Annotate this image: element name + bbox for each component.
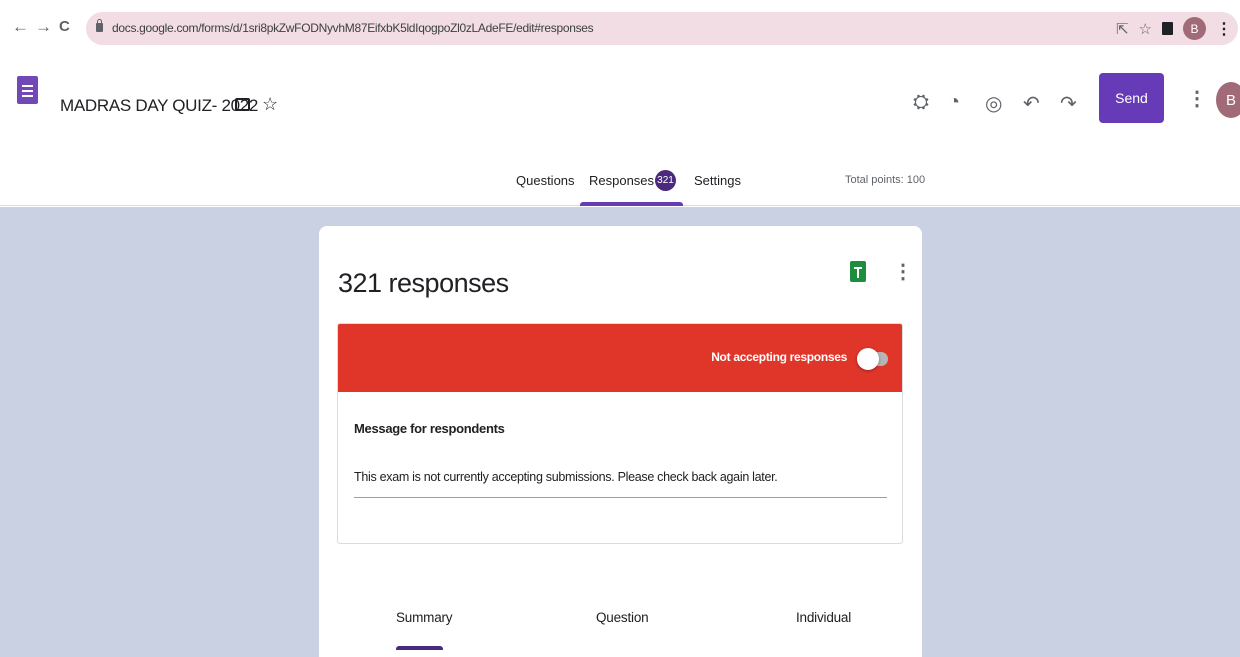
url-text[interactable]: docs.google.com/forms/d/1sri8pkZwFODNyvh… (112, 21, 594, 35)
browser-menu-icon[interactable]: ⋮ (1216, 19, 1232, 39)
tab-question[interactable]: Question (596, 610, 649, 625)
addon-icon[interactable]: ⛭ (913, 91, 929, 114)
lock-icon (96, 19, 103, 32)
bookmark-star-icon[interactable]: ☆ (1139, 20, 1152, 38)
forms-header: MADRAS DAY QUIZ- 2022 ☆ ⛭ ◔ ◎ ↶ ↷ Send ⋮… (0, 56, 1240, 206)
redo-icon[interactable]: ↷ (1060, 91, 1077, 116)
google-forms-logo-icon[interactable] (17, 76, 38, 104)
share-icon[interactable]: ⇱ (1116, 20, 1129, 38)
total-points: Total points: 100 (845, 174, 926, 186)
responses-count-title: 321 responses (338, 268, 509, 298)
form-title[interactable]: MADRAS DAY QUIZ- 2022 (60, 96, 258, 116)
active-subtab-indicator (396, 646, 443, 650)
forward-arrow-icon[interactable]: → (35, 17, 52, 37)
browser-toolbar: ← → C docs.google.com/forms/d/1sri8pkZwF… (0, 0, 1240, 56)
side-panel-icon[interactable] (1162, 22, 1173, 35)
message-input-underline (354, 497, 887, 498)
browser-profile-avatar[interactable]: B (1183, 17, 1206, 40)
accepting-responses-panel: Not accepting responses Message for resp… (337, 323, 903, 544)
tab-questions[interactable]: Questions (516, 173, 575, 188)
send-button[interactable]: Send (1099, 73, 1164, 123)
reload-icon[interactable]: C (59, 18, 70, 35)
message-input[interactable]: This exam is not currently accepting sub… (354, 470, 778, 484)
back-arrow-icon[interactable]: ← (12, 17, 29, 37)
tab-summary[interactable]: Summary (396, 610, 453, 625)
sheets-icon[interactable] (850, 261, 866, 282)
tab-responses[interactable]: Responses (589, 173, 654, 188)
responses-count-badge: 321 (655, 170, 676, 191)
address-bar[interactable]: docs.google.com/forms/d/1sri8pkZwFODNyvh… (86, 12, 1238, 45)
preview-icon[interactable]: ◎ (985, 91, 1002, 116)
account-avatar[interactable]: B (1216, 82, 1240, 118)
tab-settings[interactable]: Settings (694, 173, 741, 188)
more-options-icon[interactable]: ⋮ (1187, 86, 1207, 111)
tab-individual[interactable]: Individual (796, 610, 851, 625)
more-options-icon[interactable]: ⋮ (893, 259, 913, 284)
accepting-responses-label: Not accepting responses (711, 350, 847, 364)
active-tab-indicator (580, 202, 683, 206)
move-to-folder-icon[interactable] (235, 98, 250, 111)
responses-page: 321 responses ⋮ Not accepting responses … (0, 207, 1240, 657)
toggle-knob[interactable] (857, 348, 879, 370)
message-label: Message for respondents (354, 421, 505, 436)
responses-card: 321 responses ⋮ Not accepting responses … (319, 226, 922, 657)
form-tabs: Questions Responses 321 Settings Total p… (0, 169, 1240, 206)
undo-icon[interactable]: ↶ (1023, 91, 1040, 116)
palette-icon[interactable]: ◔ (948, 91, 960, 114)
star-icon[interactable]: ☆ (262, 94, 278, 115)
not-accepting-banner: Not accepting responses (338, 324, 902, 392)
